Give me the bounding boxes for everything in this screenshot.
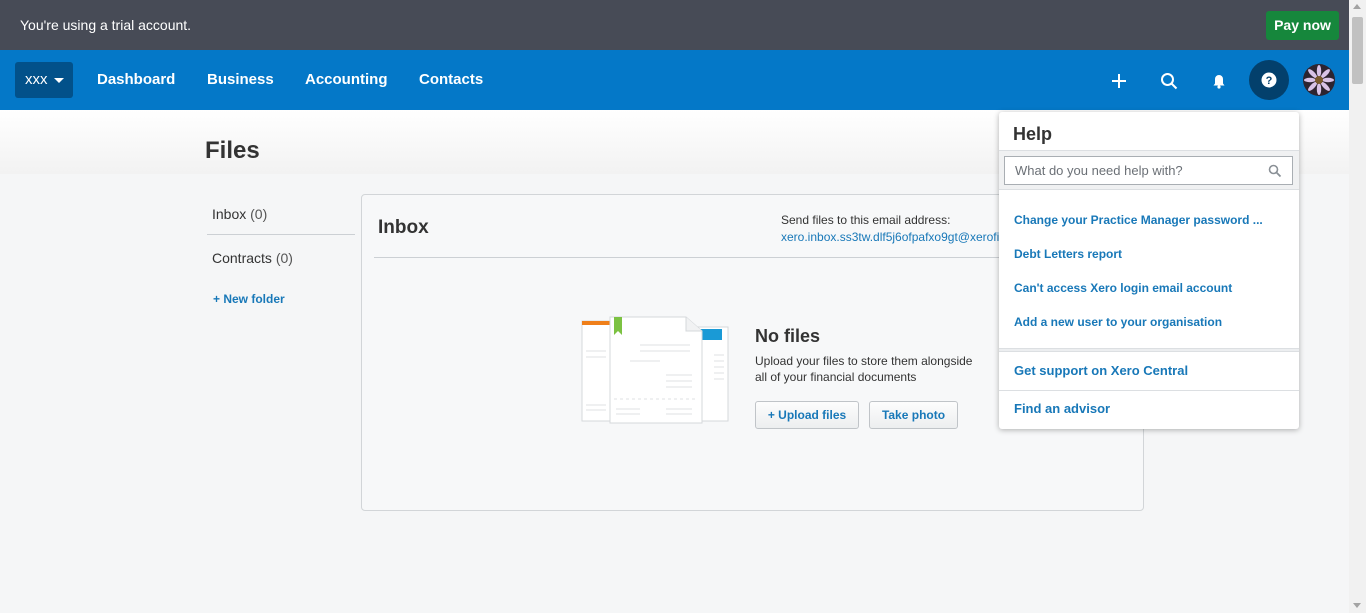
help-article-link[interactable]: Can't access Xero login email account [1014, 281, 1232, 295]
organisation-name: xxx [25, 71, 48, 88]
caret-down-icon [54, 78, 64, 83]
divider [999, 390, 1299, 391]
help-article-link[interactable]: Change your Practice Manager password ..… [1014, 213, 1263, 227]
divider [999, 348, 1299, 352]
folder-count: (0) [250, 206, 268, 222]
inbox-email-link[interactable]: xero.inbox.ss3tw.dlf5j6ofpafxo9gt@xerofi… [781, 230, 999, 244]
nav-accounting[interactable]: Accounting [305, 71, 388, 88]
help-dropdown: Help Change your Practice Manager passwo… [999, 112, 1299, 429]
help-title: Help [1013, 124, 1053, 144]
help-article-link[interactable]: Add a new user to your organisation [1014, 315, 1222, 329]
help-article-link[interactable]: Debt Letters report [1014, 247, 1122, 261]
nav-contacts[interactable]: Contacts [419, 71, 483, 88]
panel-title: Inbox [378, 217, 429, 238]
plus-icon[interactable] [1101, 63, 1137, 99]
divider [374, 257, 1014, 258]
folder-name: Contracts [212, 250, 272, 266]
trial-banner: You're using a trial account. Pay now [0, 0, 1349, 50]
top-navigation: xxx Dashboard Business Accounting Contac… [0, 50, 1349, 110]
page-scrollbar[interactable] [1349, 0, 1366, 613]
avatar[interactable] [1303, 64, 1335, 96]
documents-illustration-icon [580, 315, 730, 432]
find-advisor-link[interactable]: Find an advisor [1014, 401, 1110, 416]
nav-dashboard[interactable]: Dashboard [97, 71, 175, 88]
divider [207, 234, 355, 235]
search-icon[interactable] [1151, 63, 1187, 99]
xero-central-support-link[interactable]: Get support on Xero Central [1014, 363, 1188, 378]
organisation-menu-button[interactable]: xxx [15, 62, 73, 98]
folder-contracts[interactable]: Contracts (0) [207, 238, 355, 278]
folder-inbox[interactable]: Inbox (0) [207, 194, 355, 234]
take-photo-button[interactable]: Take photo [869, 401, 958, 429]
upload-files-button[interactable]: + Upload files [755, 401, 859, 429]
svg-text:?: ? [1266, 75, 1273, 87]
help-search-bar [999, 150, 1299, 190]
folder-name: Inbox [212, 206, 247, 222]
no-files-title: No files [755, 326, 821, 346]
trial-message: You're using a trial account. [20, 17, 192, 33]
new-folder-link[interactable]: + New folder [213, 292, 285, 306]
send-files-label: Send files to this email address: [781, 213, 951, 227]
pay-now-button[interactable]: Pay now [1266, 11, 1339, 40]
folder-count: (0) [275, 250, 293, 266]
nav-business[interactable]: Business [207, 71, 274, 88]
bell-icon[interactable] [1201, 63, 1237, 99]
page-title: Files [205, 137, 260, 164]
scrollbar-thumb[interactable] [1352, 17, 1363, 84]
help-search-input[interactable] [1004, 156, 1293, 185]
search-icon[interactable] [1268, 164, 1282, 183]
no-files-description: Upload your files to store them alongsid… [755, 354, 973, 384]
scroll-up-arrow-icon[interactable] [1353, 4, 1361, 9]
help-icon[interactable]: ? [1249, 60, 1289, 100]
scroll-down-arrow-icon[interactable] [1353, 603, 1361, 608]
